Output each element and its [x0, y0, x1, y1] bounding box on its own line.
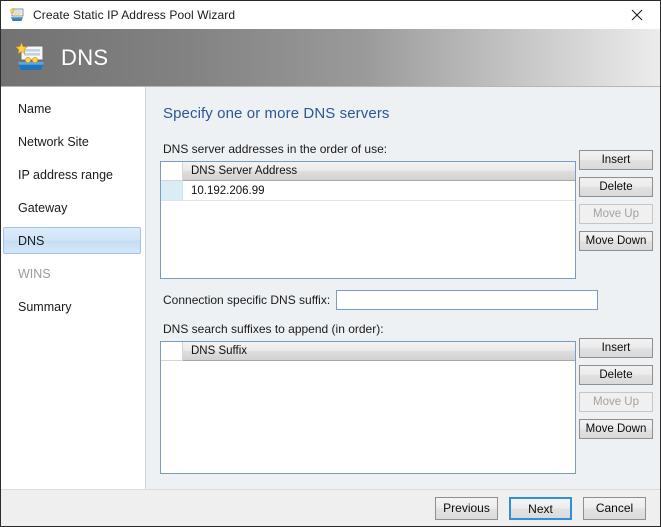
- wizard-footer: Previous Next Cancel: [1, 489, 660, 526]
- connection-suffix-label: Connection specific DNS suffix:: [163, 293, 331, 307]
- servers-move-down-button[interactable]: Move Down: [579, 231, 653, 251]
- dns-servers-button-column: Insert Delete Move Up Move Down: [579, 150, 653, 251]
- row-selector[interactable]: [161, 181, 183, 201]
- dns-servers-grid[interactable]: DNS Server Address 10.192.206.99: [160, 161, 576, 279]
- sidebar-item-label: Name: [18, 101, 52, 116]
- wizard-icon: [9, 7, 25, 23]
- sidebar-item-name[interactable]: Name: [3, 95, 141, 122]
- wizard-window: Create Static IP Address Pool Wizard DNS: [0, 0, 661, 527]
- sidebar-item-gateway[interactable]: Gateway: [3, 194, 141, 221]
- dns-suffixes-grid[interactable]: DNS Suffix: [160, 341, 576, 474]
- row-selector-corner: [161, 162, 183, 181]
- sidebar-item-wins: WINS: [3, 260, 141, 287]
- table-row[interactable]: 10.192.206.99: [161, 181, 575, 201]
- column-header-dns-server-address[interactable]: DNS Server Address: [183, 162, 575, 181]
- servers-insert-button[interactable]: Insert: [579, 150, 653, 170]
- next-button[interactable]: Next: [509, 496, 572, 520]
- title-bar: Create Static IP Address Pool Wizard: [1, 1, 660, 29]
- cancel-button[interactable]: Cancel: [583, 496, 646, 520]
- dns-servers-label: DNS server addresses in the order of use…: [163, 142, 388, 156]
- dns-suffixes-button-column: Insert Delete Move Up Move Down: [579, 338, 653, 439]
- grid-header-row: DNS Suffix: [161, 342, 575, 361]
- previous-button[interactable]: Previous: [435, 496, 498, 520]
- wizard-content: Specify one or more DNS servers DNS serv…: [146, 87, 660, 489]
- suffixes-move-down-button[interactable]: Move Down: [579, 419, 653, 439]
- servers-move-up-button: Move Up: [579, 204, 653, 224]
- close-button[interactable]: [614, 1, 660, 29]
- window-title: Create Static IP Address Pool Wizard: [33, 8, 236, 22]
- grid-header-row: DNS Server Address: [161, 162, 575, 181]
- sidebar-item-label: Network Site: [18, 134, 89, 149]
- sidebar-item-ip-address-range[interactable]: IP address range: [3, 161, 141, 188]
- sidebar-item-label: Gateway: [18, 200, 68, 215]
- sidebar-item-label: Summary: [18, 299, 72, 314]
- suffixes-delete-button[interactable]: Delete: [579, 365, 653, 385]
- dns-suffixes-label: DNS search suffixes to append (in order)…: [163, 322, 384, 336]
- wizard-body: Name Network Site IP address range Gatew…: [1, 87, 660, 489]
- sidebar-item-label: WINS: [18, 266, 51, 281]
- connection-suffix-row: Connection specific DNS suffix:: [163, 290, 648, 310]
- sidebar-item-label: IP address range: [18, 167, 113, 182]
- row-selector-corner: [161, 342, 183, 361]
- sidebar-item-network-site[interactable]: Network Site: [3, 128, 141, 155]
- sidebar-item-summary[interactable]: Summary: [3, 293, 141, 320]
- dns-server-address-value[interactable]: 10.192.206.99: [183, 181, 575, 201]
- page-banner: DNS: [1, 29, 660, 87]
- connection-suffix-input[interactable]: [336, 290, 599, 310]
- dns-wizard-icon: [15, 41, 47, 74]
- sidebar-item-label: DNS: [18, 233, 45, 248]
- wizard-step-sidebar: Name Network Site IP address range Gatew…: [1, 87, 146, 489]
- close-icon: [631, 9, 643, 21]
- servers-delete-button[interactable]: Delete: [579, 177, 653, 197]
- page-title: Specify one or more DNS servers: [163, 105, 390, 122]
- suffixes-move-up-button: Move Up: [579, 392, 653, 412]
- sidebar-item-dns[interactable]: DNS: [3, 227, 141, 254]
- column-header-dns-suffix[interactable]: DNS Suffix: [183, 342, 575, 361]
- suffixes-insert-button[interactable]: Insert: [579, 338, 653, 358]
- banner-title: DNS: [61, 44, 109, 70]
